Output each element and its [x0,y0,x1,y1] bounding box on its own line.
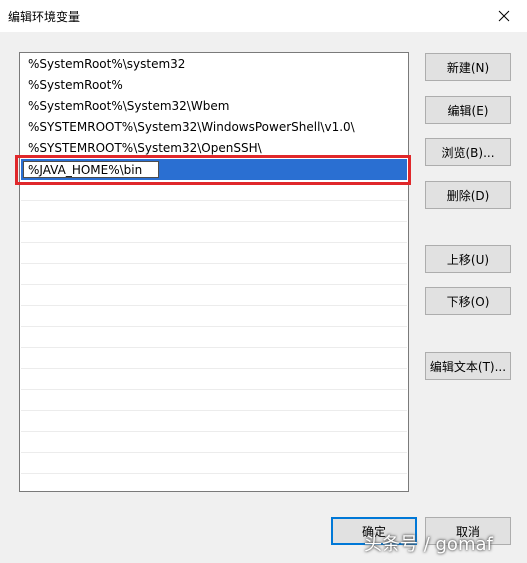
empty-row[interactable] [21,453,407,474]
window-title: 编辑环境变量 [8,10,81,24]
close-button[interactable] [481,0,527,32]
empty-row[interactable] [21,285,407,306]
empty-row[interactable] [21,327,407,348]
empty-row[interactable] [21,222,407,243]
list-item[interactable]: %SystemRoot%\System32\Wbem [21,96,407,117]
list-item-text: %SystemRoot%\System32\Wbem [28,99,230,113]
empty-row[interactable] [21,264,407,285]
watermark: 头条号 / gomaf [364,534,493,555]
empty-row[interactable] [21,369,407,390]
list-item[interactable]: %SYSTEMROOT%\System32\WindowsPowerShell\… [21,117,407,138]
empty-row[interactable] [21,411,407,432]
empty-row[interactable] [21,201,407,222]
new-button[interactable]: 新建(N) [425,53,511,81]
list-item-text: %SystemRoot%\system32 [28,57,186,71]
empty-row[interactable] [21,390,407,411]
empty-row[interactable] [21,243,407,264]
empty-row[interactable] [21,306,407,327]
inline-edit-field[interactable]: %JAVA_HOME%\bin [23,161,159,178]
list-item-text: %SYSTEMROOT%\System32\WindowsPowerShell\… [28,120,355,134]
title-bar: 编辑环境变量 [0,0,527,32]
list-item-text: %SystemRoot% [28,78,123,92]
list-item-text: %SYSTEMROOT%\System32\OpenSSH\ [28,141,262,155]
close-icon [498,10,510,22]
empty-row[interactable] [21,432,407,453]
delete-button[interactable]: 删除(D) [425,181,511,209]
list-item-selected[interactable]: %JAVA_HOME%\bin [21,159,407,180]
empty-row[interactable] [21,180,407,201]
path-listbox[interactable]: %SystemRoot%\system32 %SystemRoot% %Syst… [19,52,409,492]
list-item[interactable]: %SYSTEMROOT%\System32\OpenSSH\ [21,138,407,159]
move-up-button[interactable]: 上移(U) [425,245,511,273]
inline-edit-value: %JAVA_HOME%\bin [28,163,143,177]
list-item[interactable]: %SystemRoot%\system32 [21,54,407,75]
move-down-button[interactable]: 下移(O) [425,287,511,315]
browse-button[interactable]: 浏览(B)... [425,138,511,166]
edit-button[interactable]: 编辑(E) [425,96,511,124]
list-item[interactable]: %SystemRoot% [21,75,407,96]
edit-text-button[interactable]: 编辑文本(T)... [425,352,511,380]
empty-row[interactable] [21,348,407,369]
